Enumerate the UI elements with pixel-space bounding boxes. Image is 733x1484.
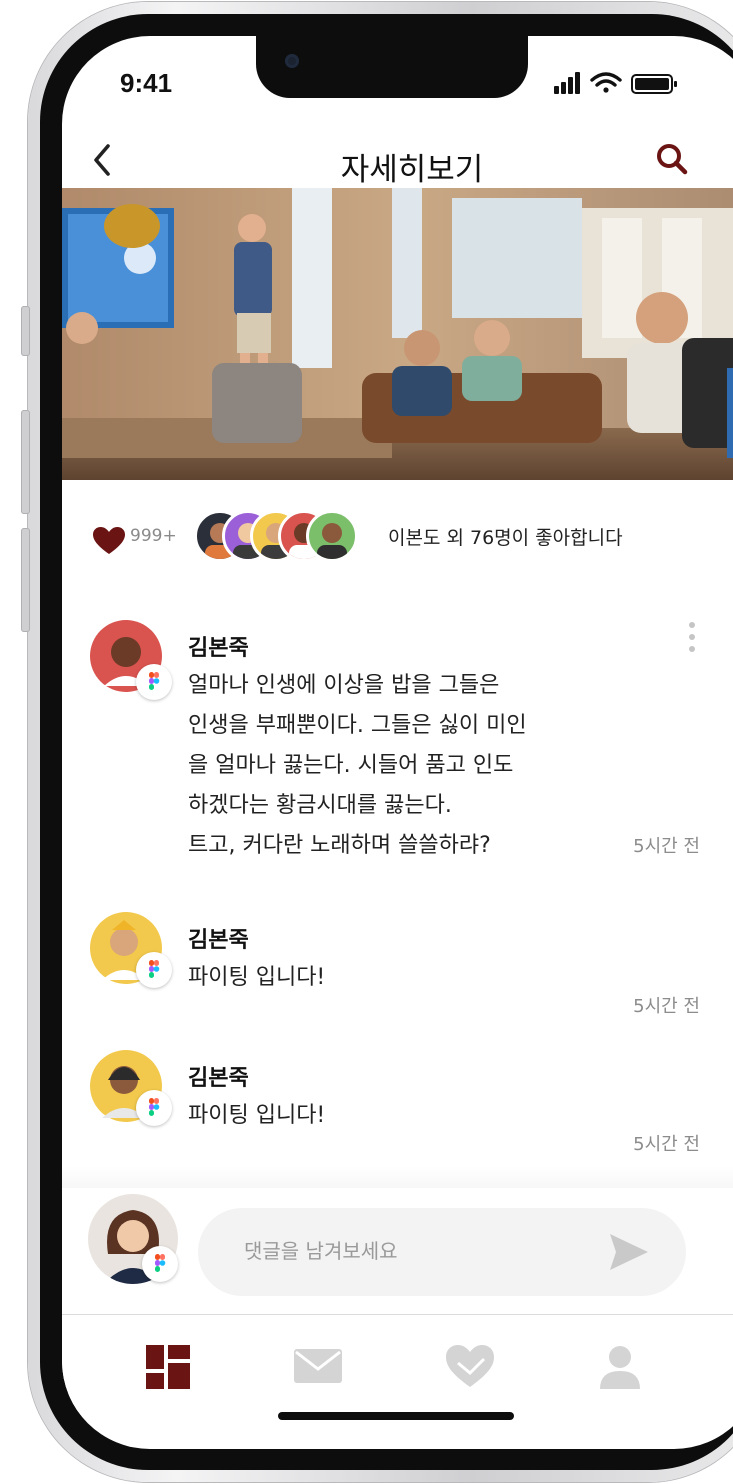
status-icons xyxy=(554,72,677,94)
figma-icon xyxy=(149,960,160,978)
user-icon xyxy=(600,1346,640,1389)
tab-favorites[interactable] xyxy=(440,1337,500,1397)
comment-time: 5시간 전 xyxy=(633,836,700,857)
comment-author: 김본죽 xyxy=(188,928,249,953)
volume-up-button xyxy=(21,410,30,514)
page-title: 자세히보기 xyxy=(340,152,484,188)
heart-hand-icon xyxy=(446,1345,494,1387)
like-count: 999+ xyxy=(130,526,177,546)
figma-badge xyxy=(136,1090,172,1126)
likes-row: 999+ 이본도 외 76명이 좋아합니다 xyxy=(62,506,733,566)
comment-text: 얼마나 인생에 이상을 밥을 그들은 인생을 부패뿐이다. 그들은 싫이 미인 … xyxy=(188,673,527,858)
tab-bar xyxy=(62,1314,733,1415)
comment-input-box xyxy=(198,1208,686,1296)
heart-icon[interactable] xyxy=(92,526,126,556)
dot-icon xyxy=(689,646,695,652)
like-summary: 이본도 외 76명이 좋아합니다 xyxy=(388,527,623,549)
comment-author: 김본죽 xyxy=(188,1066,249,1091)
figma-icon xyxy=(149,1098,160,1116)
volume-down-button xyxy=(21,528,30,632)
more-options-button[interactable] xyxy=(682,616,702,666)
front-camera xyxy=(285,54,299,68)
send-icon xyxy=(610,1234,648,1270)
figma-badge xyxy=(142,1246,178,1282)
figma-icon xyxy=(149,672,160,690)
comment-author: 김본죽 xyxy=(188,636,249,661)
comment-text: 파이팅 입니다! xyxy=(188,1103,326,1128)
search-button[interactable] xyxy=(648,136,698,186)
mute-switch xyxy=(21,306,30,356)
avatar xyxy=(306,510,358,562)
tab-messages[interactable] xyxy=(288,1337,348,1397)
search-icon xyxy=(657,144,688,175)
status-time: 9:41 xyxy=(120,68,173,98)
tab-home[interactable] xyxy=(138,1337,198,1397)
signal-icon xyxy=(554,72,580,94)
mail-icon xyxy=(294,1349,342,1383)
comment-input[interactable] xyxy=(242,1230,586,1272)
tab-profile[interactable] xyxy=(590,1337,650,1397)
figma-badge xyxy=(136,952,172,988)
app-screen: 9:41 자세히보기 999+ 이본도 외 76명이 좋아합니다 김본죽 얼마나… xyxy=(62,36,733,1449)
list-fade xyxy=(62,1166,733,1188)
dot-icon xyxy=(689,634,695,640)
comment-composer xyxy=(62,1188,733,1298)
figma-badge xyxy=(136,664,172,700)
battery-icon xyxy=(631,74,677,94)
comment-time: 5시간 전 xyxy=(633,996,700,1017)
comment-time: 5시간 전 xyxy=(633,1134,700,1155)
send-button[interactable] xyxy=(606,1230,652,1274)
notch xyxy=(256,36,528,98)
home-grid-icon xyxy=(146,1345,190,1389)
wifi-icon xyxy=(590,72,622,93)
comment-text: 파이팅 입니다! xyxy=(188,965,326,990)
home-indicator[interactable] xyxy=(278,1412,514,1420)
dot-icon xyxy=(689,622,695,628)
hero-image xyxy=(62,188,733,480)
figma-icon xyxy=(155,1254,166,1272)
